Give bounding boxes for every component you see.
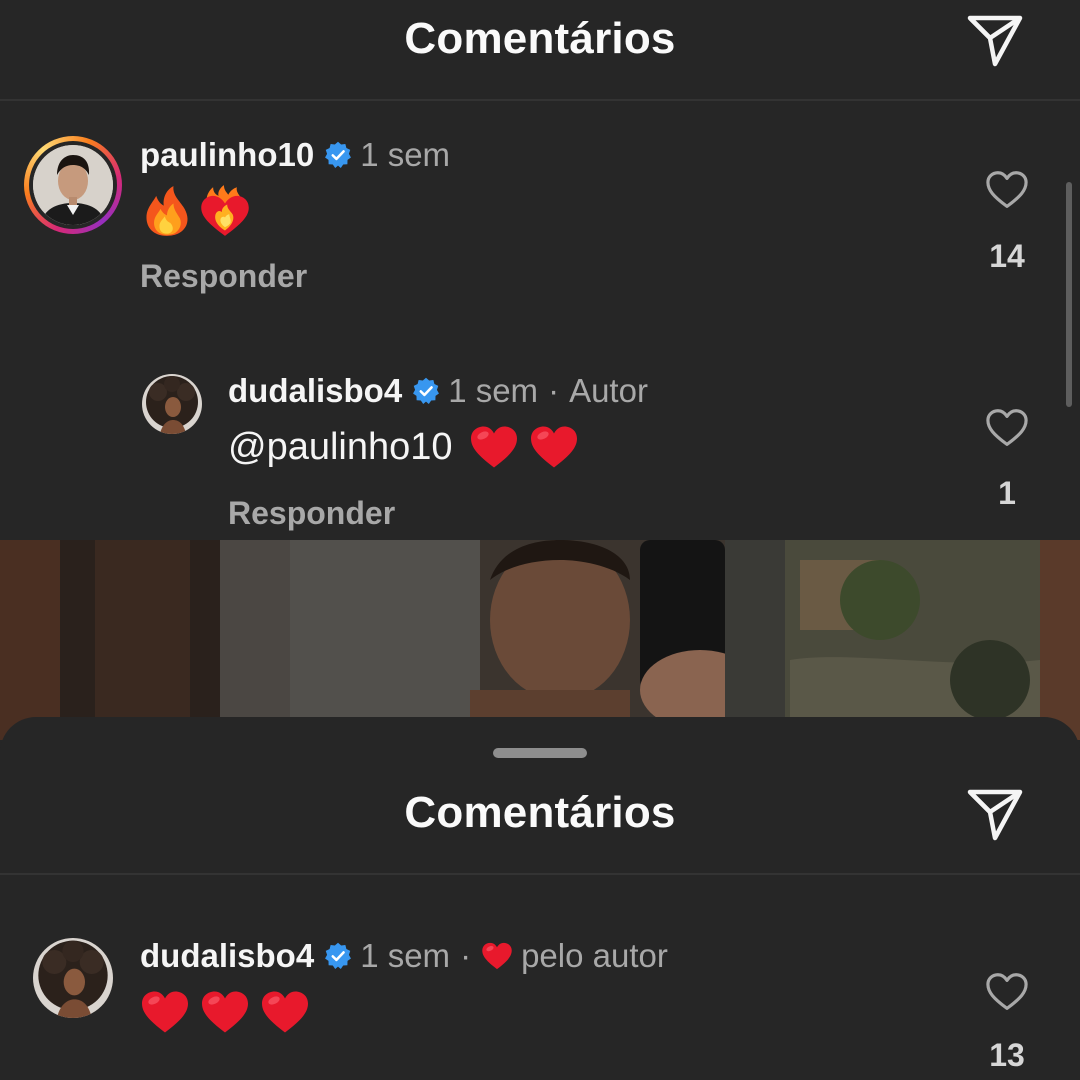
meta-separator: ·	[460, 937, 472, 974]
red-heart-emoji-icon	[140, 987, 190, 1037]
comment-meta-dudalisbo4: dudalisbo4 1 sem · Autor	[228, 372, 648, 410]
heart-on-fire-emoji-icon	[198, 184, 252, 238]
avatar-dudalisbo4[interactable]	[33, 938, 113, 1018]
avatar-image	[142, 374, 202, 434]
red-heart-emoji-icon	[469, 422, 519, 472]
paper-plane-icon[interactable]	[966, 788, 1024, 842]
like-count: 1	[998, 475, 1016, 511]
avatar-paulinho10[interactable]	[33, 145, 113, 225]
username[interactable]: paulinho10	[140, 136, 314, 174]
fire-emoji-icon	[140, 184, 194, 238]
comment-time: 1 sem	[360, 136, 451, 173]
comment-time: 1 sem	[448, 372, 539, 409]
avatar-dudalisbo4[interactable]	[142, 374, 202, 434]
username[interactable]: dudalisbo4	[140, 937, 314, 975]
author-tag: Autor	[569, 372, 648, 409]
avatar-image	[33, 938, 113, 1018]
comments-bottom-sheet: Comentários dudalisbo4 1 sem · pelo auto…	[0, 717, 1080, 1080]
comments-header: Comentários	[0, 774, 1080, 874]
comments-title: Comentários	[404, 14, 676, 63]
liked-by-author-label: pelo autor	[521, 937, 668, 974]
like-count: 13	[989, 1037, 1025, 1073]
liked-by-author-heart-icon	[481, 941, 513, 971]
heart-outline-icon[interactable]	[985, 170, 1029, 210]
comments-header: Comentários	[0, 0, 1080, 100]
comment-time: 1 sem	[360, 937, 451, 974]
verified-badge-icon	[324, 141, 352, 169]
mention-link[interactable]: @paulinho10	[228, 426, 453, 469]
verified-badge-icon	[412, 377, 440, 405]
post-photo-background	[0, 540, 1080, 740]
red-heart-emoji-icon	[260, 987, 310, 1037]
heart-outline-icon[interactable]	[985, 972, 1029, 1012]
red-heart-emoji-icon	[529, 422, 579, 472]
username[interactable]: dudalisbo4	[228, 372, 402, 410]
heart-outline-icon[interactable]	[985, 408, 1029, 448]
verified-badge-icon	[324, 942, 352, 970]
comment-meta-dudalisbo4: dudalisbo4 1 sem · pelo autor	[140, 937, 668, 975]
header-divider	[0, 873, 1080, 875]
meta-separator: ·	[548, 372, 560, 409]
comment-body	[140, 184, 262, 238]
comment-meta-paulinho10: paulinho10 1 sem	[140, 136, 450, 174]
comments-title: Comentários	[404, 788, 676, 837]
scrollbar[interactable]	[1066, 182, 1072, 407]
comment-body: @paulinho10	[228, 422, 589, 472]
paper-plane-icon[interactable]	[966, 14, 1024, 68]
comment-body	[140, 987, 320, 1037]
post-photo	[0, 540, 1080, 740]
like-count: 14	[989, 238, 1025, 274]
red-heart-emoji-icon	[200, 987, 250, 1037]
comments-panel-top: Comentários paulinho10 1 sem Responder 1…	[0, 0, 1080, 540]
sheet-drag-handle[interactable]	[493, 748, 587, 758]
reply-button[interactable]: Responder	[140, 258, 307, 295]
avatar-image	[33, 145, 113, 225]
reply-button[interactable]: Responder	[228, 495, 395, 532]
header-divider	[0, 99, 1080, 101]
